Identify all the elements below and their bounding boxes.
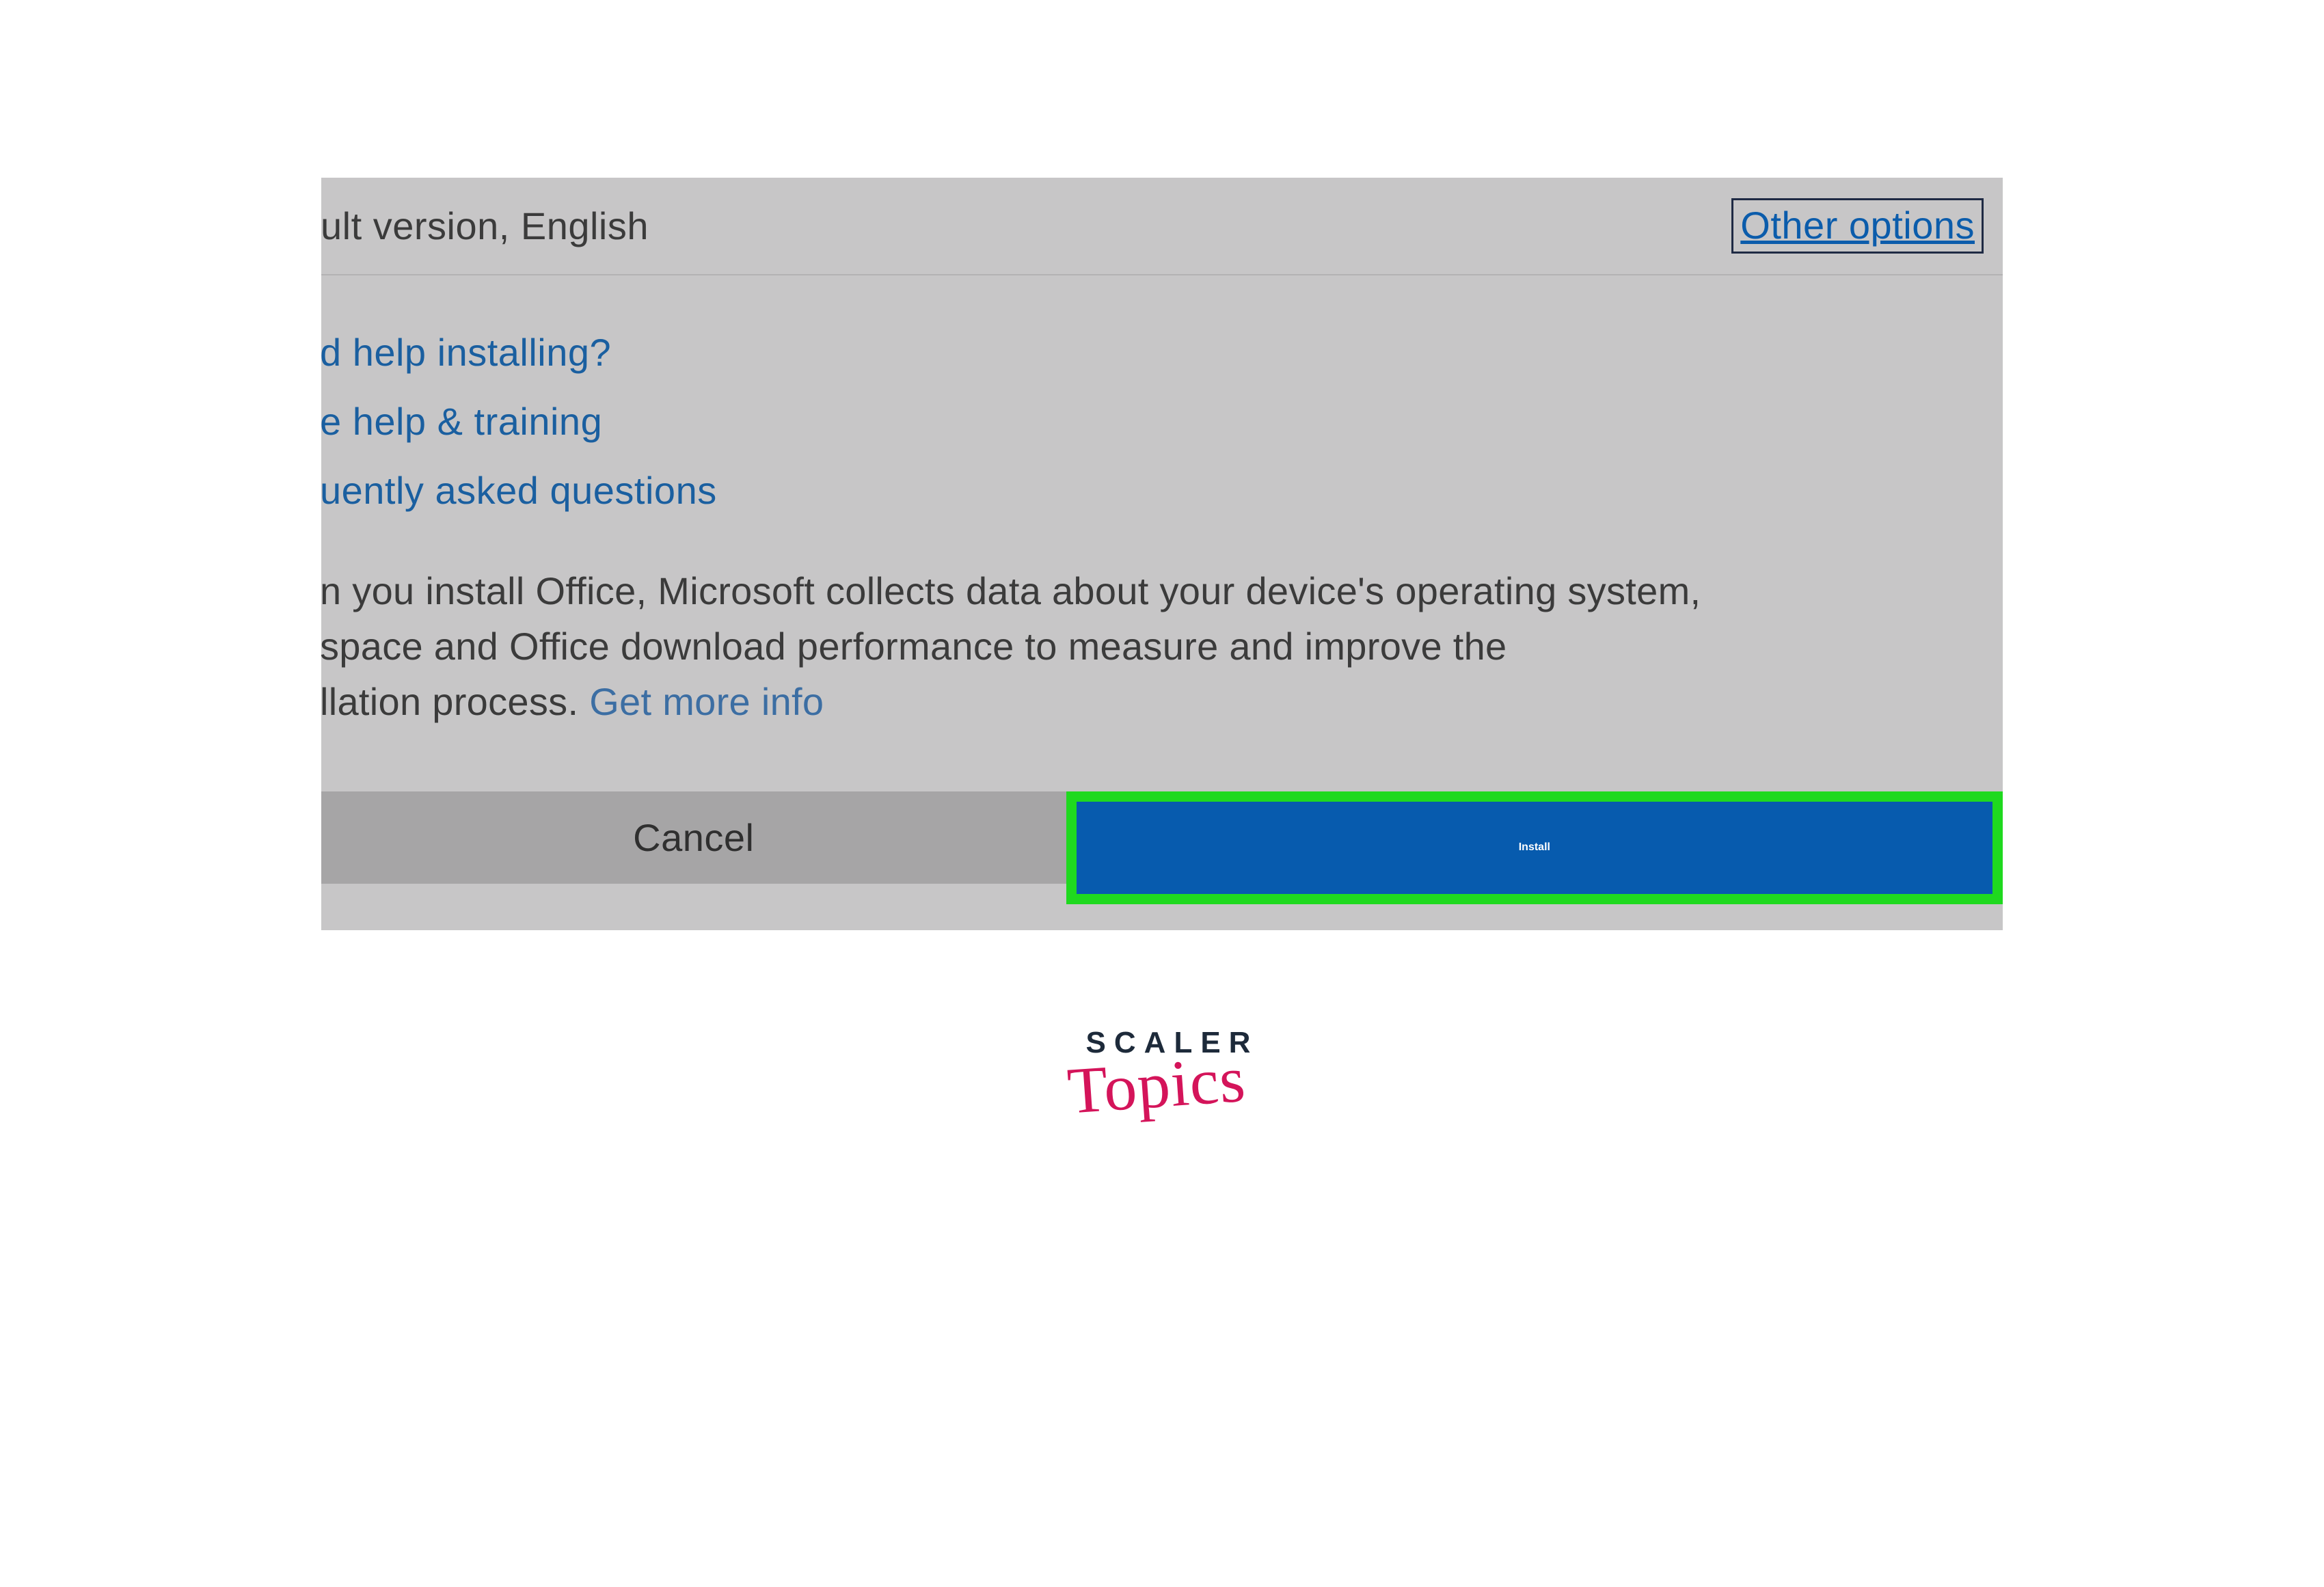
logo-text-topics: Topics	[1052, 1040, 1262, 1130]
header-row: ult version, English Other options	[321, 178, 2003, 275]
install-dialog: ult version, English Other options d hel…	[321, 178, 2003, 930]
other-options-box[interactable]: Other options	[1731, 198, 1984, 254]
get-more-info-link[interactable]: Get more info	[589, 680, 824, 723]
version-label: ult version, English	[321, 204, 649, 248]
cancel-button[interactable]: Cancel	[321, 791, 1066, 884]
help-training-link[interactable]: e help & training	[321, 399, 1984, 444]
privacy-text: n you install Office, Microsoft collects…	[321, 537, 2003, 791]
other-options-link[interactable]: Other options	[1740, 204, 1975, 247]
body-line-3a: llation process.	[321, 680, 589, 723]
help-links: d help installing? e help & training uen…	[321, 275, 2003, 513]
install-button[interactable]: Install	[1077, 802, 1992, 894]
body-line-1: n you install Office, Microsoft collects…	[321, 569, 1701, 612]
faq-link[interactable]: uently asked questions	[321, 468, 1984, 513]
button-row: Cancel Install	[321, 791, 2003, 904]
need-help-link[interactable]: d help installing?	[321, 330, 1984, 375]
scaler-topics-logo: SCALER Topics	[1059, 1026, 1265, 1122]
install-highlight: Install	[1066, 791, 2003, 904]
body-line-2: space and Office download performance to…	[321, 625, 1507, 668]
